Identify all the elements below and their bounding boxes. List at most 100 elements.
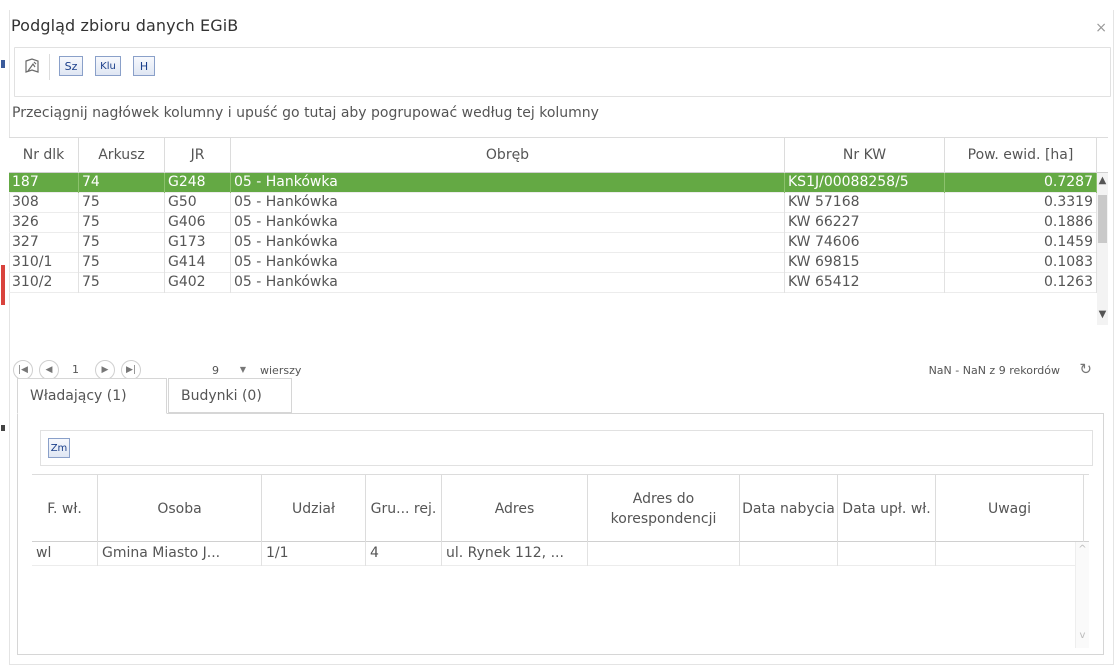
- column-header-pow-ewid[interactable]: Pow. ewid. [ha]: [945, 138, 1097, 173]
- column-header-nr-dlk[interactable]: Nr dlk: [9, 138, 79, 173]
- last-page-button[interactable]: ▶|: [121, 360, 141, 380]
- table-row[interactable]: 326 75 G406 05 - Hankówka KW 66227 0.1886: [9, 213, 1097, 233]
- cell-obreb: 05 - Hankówka: [231, 213, 785, 233]
- cell-obreb: 05 - Hankówka: [231, 193, 785, 213]
- current-page[interactable]: 1: [72, 363, 79, 376]
- pager-info: NaN - NaN z 9 rekordów: [928, 364, 1060, 377]
- cell-udzial: 1/1: [262, 542, 366, 566]
- scroll-down-icon[interactable]: v: [1076, 630, 1089, 641]
- dialog-title: Podgląd zbioru danych EGiB: [11, 16, 239, 35]
- cell-adres: ul. Rynek 112, ...: [442, 542, 588, 566]
- prev-page-button[interactable]: ◀: [39, 360, 59, 380]
- cell-jr: G248: [165, 173, 231, 193]
- tab-wladajacy[interactable]: Władający (1): [17, 378, 167, 414]
- table-row[interactable]: 310/1 75 G414 05 - Hankówka KW 69815 0.1083: [9, 253, 1097, 273]
- cell-arkusz: 75: [79, 213, 165, 233]
- cell-jr: G406: [165, 213, 231, 233]
- table-row[interactable]: wl Gmina Miasto J... 1/1 4 ul. Rynek 112…: [32, 542, 1075, 566]
- cell-jr: G50: [165, 193, 231, 213]
- close-icon[interactable]: ×: [1095, 20, 1107, 36]
- prev-page-icon: ◀: [45, 365, 53, 375]
- tab-panel-wladajacy: Zm F. wł. Osoba Udział Gru... rej. Adres…: [17, 413, 1104, 655]
- cell-jr: G402: [165, 273, 231, 293]
- main-toolbar: Sz Klu H: [14, 47, 1111, 97]
- parcels-scrollbar[interactable]: ▲ ▼: [1097, 173, 1108, 325]
- cell-obreb: 05 - Hankówka: [231, 233, 785, 253]
- cell-nr-dlk: 187: [9, 173, 79, 193]
- column-header-adres-korespondencji[interactable]: Adres do korespondencji: [588, 475, 740, 542]
- cell-arkusz: 75: [79, 193, 165, 213]
- column-header-osoba[interactable]: Osoba: [98, 475, 262, 542]
- cell-nr-kw: KW 57168: [785, 193, 945, 213]
- scroll-up-icon[interactable]: ^: [1076, 544, 1089, 555]
- scrollbar-thumb[interactable]: [1098, 195, 1107, 243]
- cell-data-nabycia: [740, 542, 838, 566]
- column-header-data-upl[interactable]: Data upł. wł.: [838, 475, 936, 542]
- background-fragment: [1, 425, 5, 431]
- cell-nr-kw: KS1J/00088258/5: [785, 173, 945, 193]
- tab-budynki[interactable]: Budynki (0): [168, 378, 292, 413]
- owners-toolbar: Zm: [40, 430, 1093, 466]
- cell-grupa-rej: 4: [366, 542, 442, 566]
- column-header-obreb[interactable]: Obręb: [231, 138, 785, 173]
- map-locate-icon: [25, 58, 39, 73]
- next-page-button[interactable]: ▶: [95, 360, 115, 380]
- cell-nr-dlk: 310/2: [9, 273, 79, 293]
- table-row[interactable]: 310/2 75 G402 05 - Hankówka KW 65412 0.1263: [9, 273, 1097, 293]
- table-row[interactable]: 187 74 G248 05 - Hankówka KS1J/00088258/5 0.7…: [9, 173, 1097, 193]
- klu-icon: Klu: [100, 60, 116, 72]
- cell-nr-dlk: 326: [9, 213, 79, 233]
- toolbar-separator: [49, 54, 50, 80]
- cell-arkusz: 74: [79, 173, 165, 193]
- cell-pow-ewid: 0.7287: [945, 173, 1097, 193]
- cell-pow-ewid: 0.1263: [945, 273, 1097, 293]
- column-header-grupa-rej[interactable]: Gru... rej.: [366, 475, 442, 542]
- cell-jr: G173: [165, 233, 231, 253]
- refresh-icon[interactable]: ↻: [1079, 360, 1092, 378]
- cell-adres-korespondencji: [588, 542, 740, 566]
- dialog-titlebar[interactable]: Podgląd zbioru danych EGiB ×: [10, 10, 1113, 44]
- zm-button[interactable]: Zm: [48, 438, 70, 458]
- cell-pow-ewid: 0.1886: [945, 213, 1097, 233]
- table-row[interactable]: 308 75 G50 05 - Hankówka KW 57168 0.3319: [9, 193, 1097, 213]
- cell-obreb: 05 - Hankówka: [231, 253, 785, 273]
- cell-forma-wladania: wl: [32, 542, 98, 566]
- cell-nr-kw: KW 66227: [785, 213, 945, 233]
- cell-data-upl: [838, 542, 936, 566]
- cell-obreb: 05 - Hankówka: [231, 173, 785, 193]
- sz-button[interactable]: Sz: [59, 56, 83, 76]
- scroll-up-icon[interactable]: ▲: [1097, 175, 1108, 186]
- cell-nr-kw: KW 74606: [785, 233, 945, 253]
- column-header-adres[interactable]: Adres: [442, 475, 588, 542]
- h-button[interactable]: H: [133, 56, 155, 76]
- table-row[interactable]: 327 75 G173 05 - Hankówka KW 74606 0.1459: [9, 233, 1097, 253]
- column-header-uwagi[interactable]: Uwagi: [936, 475, 1084, 542]
- zm-icon: Zm: [50, 442, 68, 454]
- cell-pow-ewid: 0.3319: [945, 193, 1097, 213]
- column-header-arkusz[interactable]: Arkusz: [79, 138, 165, 173]
- column-header-nr-kw[interactable]: Nr KW: [785, 138, 945, 173]
- cell-pow-ewid: 0.1083: [945, 253, 1097, 273]
- column-header-jr[interactable]: JR: [165, 138, 231, 173]
- first-page-button[interactable]: |◀: [13, 360, 33, 380]
- page-size-value: 9: [212, 364, 219, 377]
- background-fragment: [1, 265, 5, 305]
- background-fragment: [1, 60, 5, 68]
- cell-nr-kw: KW 69815: [785, 253, 945, 273]
- cell-arkusz: 75: [79, 233, 165, 253]
- cell-osoba: Gmina Miasto J...: [98, 542, 262, 566]
- chevron-down-icon: ▼: [239, 365, 246, 374]
- column-header-forma-wladania[interactable]: F. wł.: [32, 475, 98, 542]
- klu-button[interactable]: Klu: [95, 56, 121, 76]
- cell-uwagi: [936, 542, 1075, 566]
- owners-grid-header: F. wł. Osoba Udział Gru... rej. Adres Ad…: [32, 474, 1089, 542]
- cell-arkusz: 75: [79, 273, 165, 293]
- map-locate-button[interactable]: [21, 56, 43, 76]
- column-header-udzial[interactable]: Udział: [262, 475, 366, 542]
- column-header-data-nabycia[interactable]: Data nabycia: [740, 475, 838, 542]
- scroll-down-icon[interactable]: ▼: [1097, 309, 1108, 320]
- last-page-icon: ▶|: [126, 365, 136, 375]
- cell-pow-ewid: 0.1459: [945, 233, 1097, 253]
- group-by-drop-zone[interactable]: Przeciągnij nagłówek kolumny i upuść go …: [12, 105, 599, 121]
- owners-scrollbar[interactable]: ^ v: [1075, 542, 1089, 648]
